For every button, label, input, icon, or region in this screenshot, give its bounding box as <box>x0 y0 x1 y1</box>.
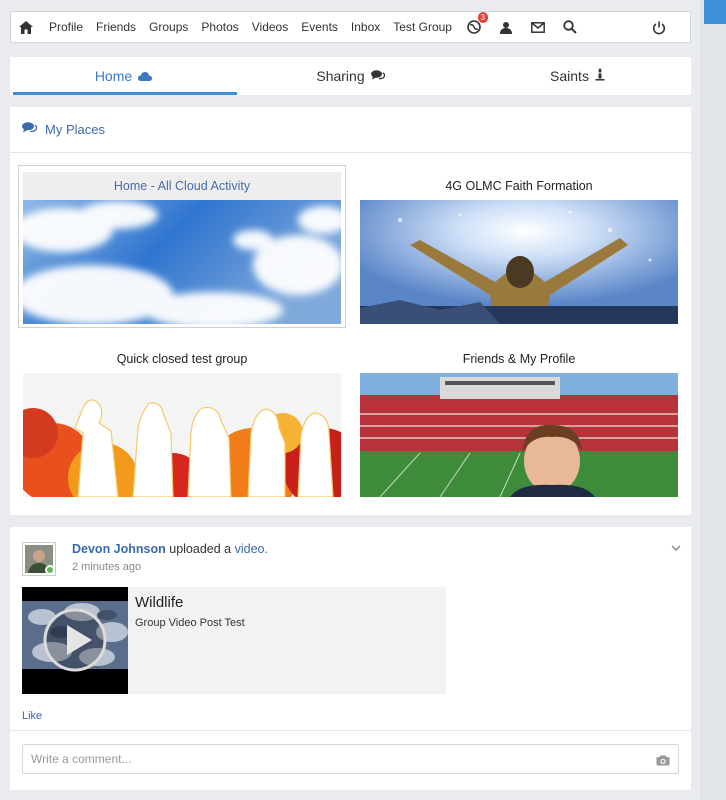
main-tabs: Home Sharing Saints <box>10 57 691 95</box>
place-friends-my-profile[interactable]: Friends & My Profile <box>360 345 678 497</box>
nav-inbox[interactable]: Inbox <box>351 20 380 34</box>
place-name: 4G OLMC Faith Formation <box>445 179 593 193</box>
candle-icon <box>595 68 605 84</box>
my-places-title: My Places <box>45 122 105 137</box>
place-name: Quick closed test group <box>116 352 248 366</box>
nav-groups[interactable]: Groups <box>149 20 188 34</box>
cloud-icon <box>138 68 153 84</box>
post-headline: Devon Johnson uploaded a video. <box>72 542 268 556</box>
tab-home[interactable]: Home <box>10 57 237 95</box>
place-image-sky <box>23 200 341 324</box>
camera-icon[interactable] <box>656 753 670 771</box>
place-faith-formation[interactable]: 4G OLMC Faith Formation <box>360 172 678 324</box>
nav-videos[interactable]: Videos <box>252 20 288 34</box>
envelope-icon[interactable] <box>529 18 547 36</box>
comment-input[interactable] <box>23 745 643 773</box>
place-image-statue <box>360 200 678 324</box>
nav-photos[interactable]: Photos <box>201 20 238 34</box>
video-thumbnail[interactable] <box>22 587 128 694</box>
post-action: uploaded a <box>169 542 232 556</box>
nav-test-group[interactable]: Test Group <box>393 20 452 34</box>
place-image-stadium <box>360 373 678 497</box>
avatar[interactable] <box>22 542 56 576</box>
comments-icon <box>370 68 385 84</box>
chevron-down-icon[interactable] <box>671 539 681 557</box>
nav-friends[interactable]: Friends <box>96 20 136 34</box>
notification-badge: 3 <box>477 12 488 23</box>
tab-saints-label: Saints <box>550 68 589 84</box>
post-timestamp: 2 minutes ago <box>72 561 142 573</box>
video-title[interactable]: Wildlife <box>135 594 183 611</box>
like-button[interactable]: Like <box>22 710 42 722</box>
home-icon[interactable] <box>17 18 35 36</box>
globe-notifications-icon[interactable]: 3 <box>465 12 488 36</box>
nav-events[interactable]: Events <box>301 20 338 34</box>
my-places-header: My Places <box>10 107 691 153</box>
video-attachment[interactable]: Wildlife Group Video Post Test <box>22 587 446 694</box>
tab-saints[interactable]: Saints <box>464 57 691 95</box>
right-rail <box>700 0 726 800</box>
tab-home-label: Home <box>94 68 133 84</box>
nav-profile[interactable]: Profile <box>49 20 83 34</box>
video-description: Group Video Post Test <box>135 617 245 629</box>
play-icon[interactable] <box>42 607 108 678</box>
post-author-link[interactable]: Devon Johnson <box>72 542 166 556</box>
place-home-all-cloud[interactable]: Home - All Cloud Activity <box>23 172 341 324</box>
place-name: Home - All Cloud Activity <box>23 172 341 200</box>
place-image-silhouettes <box>23 373 341 497</box>
activity-post-card: Devon Johnson uploaded a video. 2 minute… <box>10 527 691 790</box>
comment-box <box>22 744 679 774</box>
place-quick-closed-test-group[interactable]: Quick closed test group <box>23 345 341 497</box>
power-icon[interactable] <box>650 19 668 37</box>
top-nav: Profile Friends Groups Photos Videos Eve… <box>10 11 691 43</box>
comments-icon <box>22 122 38 137</box>
online-status-dot <box>45 565 55 575</box>
post-object-link[interactable]: video. <box>235 542 268 556</box>
tab-sharing-label: Sharing <box>316 68 365 84</box>
place-name: Friends & My Profile <box>462 352 576 366</box>
friend-requests-icon[interactable] <box>497 18 515 36</box>
tab-sharing[interactable]: Sharing <box>237 57 464 95</box>
divider <box>10 730 691 731</box>
search-icon[interactable] <box>561 18 579 36</box>
rail-accent[interactable] <box>704 0 726 24</box>
my-places-card: My Places Home - All Cloud Activity 4G O… <box>10 107 691 515</box>
